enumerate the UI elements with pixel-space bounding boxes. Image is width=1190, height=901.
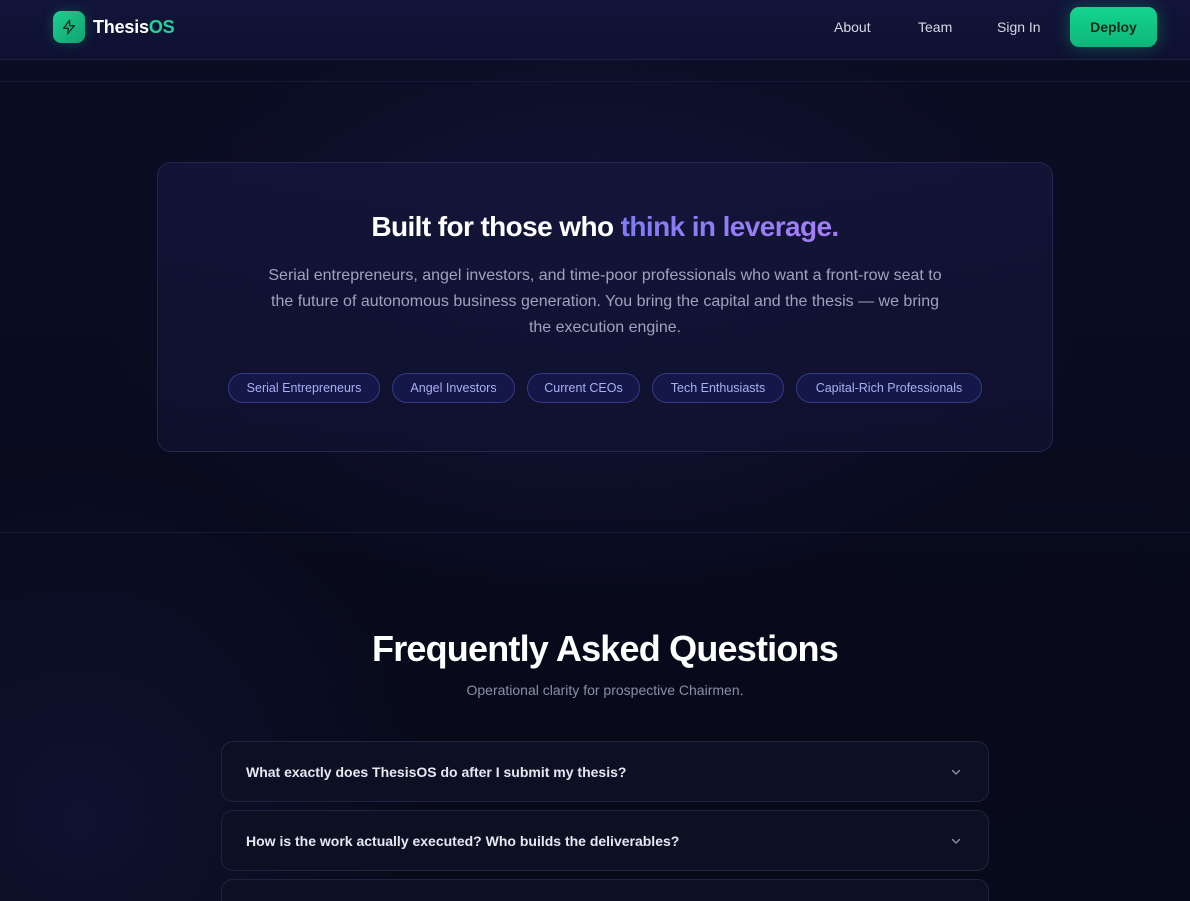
tag-pill: Current CEOs bbox=[527, 373, 640, 403]
tag-pill: Tech Enthusiasts bbox=[652, 373, 784, 403]
audience-title-highlight: think in leverage. bbox=[620, 211, 840, 242]
nav-links: About Team Sign In bbox=[0, 0, 1190, 56]
tag-pill: Serial Entrepreneurs bbox=[228, 373, 380, 403]
audience-title: Built for those who think in leverage. bbox=[0, 211, 1190, 243]
faq-question: How is the work actually executed? Who b… bbox=[246, 833, 680, 849]
tag-pill: Angel Investors bbox=[392, 373, 515, 403]
faq-title: Frequently Asked Questions bbox=[372, 628, 839, 669]
faq-item[interactable]: How is the work actually executed? Who b… bbox=[221, 810, 989, 871]
faq-item[interactable] bbox=[221, 879, 989, 901]
section-divider bbox=[0, 81, 1190, 82]
nav-link-sign-in[interactable]: Sign In bbox=[997, 19, 1041, 35]
nav-link-about[interactable]: About bbox=[834, 19, 871, 35]
audience-description: Serial entrepreneurs, angel investors, a… bbox=[268, 267, 942, 336]
faq-subtitle: Operational clarity for prospective Chai… bbox=[466, 682, 744, 698]
chevron-down-icon bbox=[951, 838, 961, 844]
faq-question: What exactly does ThesisOS do after I su… bbox=[246, 764, 627, 780]
section-divider bbox=[0, 532, 1190, 533]
audience-title-plain: Built for those who bbox=[371, 211, 621, 242]
page: ThesisOS About Team Sign In Deploy Built… bbox=[0, 0, 1190, 901]
deploy-button[interactable]: Deploy bbox=[1070, 7, 1157, 47]
tag-pill: Capital-Rich Professionals bbox=[796, 373, 982, 403]
top-nav: ThesisOS About Team Sign In Deploy bbox=[0, 0, 1190, 60]
nav-link-team[interactable]: Team bbox=[918, 19, 952, 35]
faq-item[interactable]: What exactly does ThesisOS do after I su… bbox=[221, 741, 989, 802]
audience-tags: Serial Entrepreneurs Angel Investors Cur… bbox=[0, 373, 1190, 403]
chevron-down-icon bbox=[951, 769, 961, 775]
